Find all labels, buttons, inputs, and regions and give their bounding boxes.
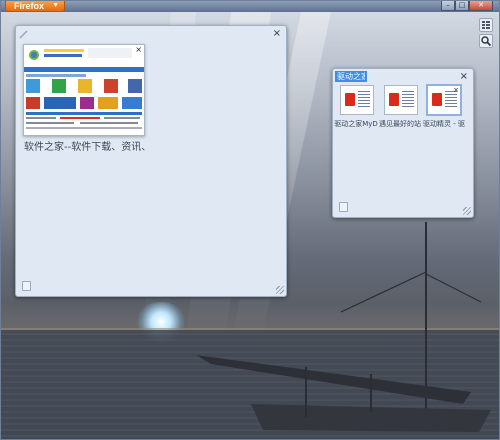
site-preview-content bbox=[402, 91, 414, 109]
group-title-input[interactable] bbox=[335, 71, 367, 82]
site-preview-logo bbox=[389, 93, 399, 106]
close-tab-button[interactable]: × bbox=[453, 86, 459, 94]
group-view-icon[interactable] bbox=[479, 18, 493, 32]
tab-title: 遇见最好的站 bbox=[379, 120, 421, 128]
tab-title: 软件之家--软件下载、资讯、 bbox=[24, 142, 152, 153]
tab-title: 驱动之家MyD bbox=[334, 120, 378, 128]
resize-handle[interactable] bbox=[276, 286, 284, 294]
site-preview-logo bbox=[432, 93, 442, 106]
pencil-icon[interactable] bbox=[19, 29, 29, 39]
tab-thumbnail[interactable]: × bbox=[23, 44, 145, 136]
close-group-button[interactable]: × bbox=[460, 72, 468, 82]
resize-handle[interactable] bbox=[463, 207, 471, 215]
tab-title: 驱动精灵 - 驱 bbox=[423, 120, 465, 128]
firefox-menu-button[interactable]: Firefox ▼ bbox=[5, 1, 65, 12]
close-window-button[interactable]: ✕ bbox=[469, 1, 493, 11]
tab-group-qudongzhijia[interactable]: × 驱动之家MyD 遇见最好的站 × 驱动精灵 - 驱 bbox=[332, 68, 474, 218]
webpage-preview bbox=[24, 45, 144, 135]
search-icon[interactable] bbox=[479, 34, 493, 48]
chevron-down-icon: ▼ bbox=[52, 2, 59, 9]
title-bar: Firefox ▼ – □ ✕ bbox=[1, 1, 499, 12]
tab-thumbnail[interactable] bbox=[384, 85, 418, 115]
window-controls: – □ ✕ bbox=[441, 1, 493, 12]
close-group-button[interactable]: × bbox=[273, 29, 281, 39]
site-preview-logo bbox=[345, 93, 355, 106]
close-tab-button[interactable]: × bbox=[135, 46, 142, 54]
new-tab-icon[interactable] bbox=[339, 202, 348, 212]
new-tab-icon[interactable] bbox=[22, 281, 31, 291]
firefox-menu-label: Firefox bbox=[14, 1, 45, 11]
maximize-button[interactable]: □ bbox=[455, 1, 469, 11]
minimize-button[interactable]: – bbox=[441, 1, 455, 11]
tab-thumbnail[interactable] bbox=[340, 85, 374, 115]
tab-group-untitled[interactable]: × × 软件之家--软件下载、资讯、 bbox=[15, 25, 287, 297]
browser-window: Firefox ▼ – □ ✕ × × 软件之家--软件下载、资讯、 驱动之家 … bbox=[0, 0, 500, 440]
site-preview-content bbox=[358, 91, 370, 109]
tab-thumbnail-active[interactable]: × bbox=[426, 84, 462, 116]
